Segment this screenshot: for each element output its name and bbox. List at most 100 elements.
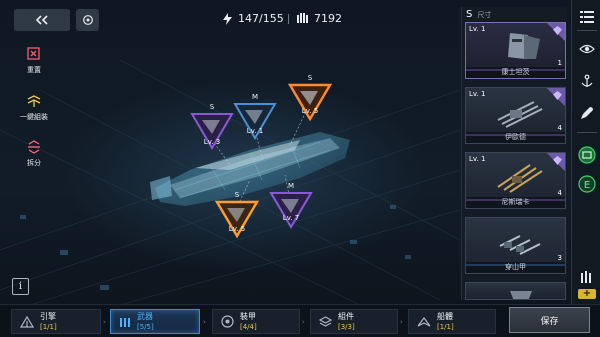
tab-count: [1/1] xyxy=(437,322,454,331)
card-level: Lv. 1 xyxy=(469,25,486,33)
tab-separator-arrow: › xyxy=(203,318,206,326)
energy-tab-button[interactable]: E xyxy=(578,175,596,193)
eye-icon xyxy=(579,44,595,54)
fleet-button[interactable] xyxy=(578,268,596,286)
weapon-card[interactable]: Lv. 1 1 康士坦茨 xyxy=(465,22,566,79)
rarity-gem-icon xyxy=(553,26,562,35)
weapon-slot-3[interactable]: S Lv. 5 xyxy=(288,74,332,123)
slot-frame-purple xyxy=(190,113,234,150)
split-action[interactable]: 拆分 xyxy=(14,139,54,168)
energy-resource: 147/155 xyxy=(222,12,284,25)
weapon-slot-2[interactable]: M Lv. 1 xyxy=(233,93,277,142)
weapon-inventory-panel: S 尺寸 Lv. 1 1 康士坦茨 Lv. 1 4 伊歐德 Lv. 1 4 尼斯… xyxy=(461,7,567,300)
reset-view-button[interactable] xyxy=(76,9,99,31)
tab-label: 武器 xyxy=(137,311,153,321)
svg-text:E: E xyxy=(584,180,590,191)
weapon-art xyxy=(508,33,540,59)
tab-label: 裝甲 xyxy=(240,311,256,321)
energy-icon xyxy=(223,12,232,25)
weapon-slot-4[interactable]: S Lv. 5 xyxy=(215,191,259,240)
reset-label: 重置 xyxy=(27,66,41,74)
tab-weapon[interactable]: 武器 [5/5] xyxy=(110,309,200,334)
tab-engine[interactable]: 引擎 [1/1] xyxy=(11,309,101,334)
reset-icon xyxy=(27,47,40,60)
weapon-art xyxy=(499,235,541,255)
card-name: 穿山甲 xyxy=(466,262,565,273)
back-button[interactable] xyxy=(14,9,70,31)
engine-icon xyxy=(20,315,34,328)
sidebar-divider xyxy=(577,132,597,133)
tab-label: 船體 xyxy=(437,311,453,321)
slot-size: S xyxy=(307,74,313,82)
card-name: 康士坦茨 xyxy=(466,67,565,78)
launch-button[interactable] xyxy=(578,104,596,122)
refresh-icon xyxy=(82,15,93,25)
slot-frame-orange xyxy=(215,200,259,239)
tab-hull[interactable]: 船體 [1/1] xyxy=(408,309,496,334)
slot-size: S xyxy=(234,191,240,199)
cargo-icon xyxy=(578,146,596,164)
view-toggle-button[interactable] xyxy=(578,40,596,58)
add-button[interactable]: + xyxy=(578,289,596,299)
hull-icon xyxy=(417,316,431,327)
sidebar-divider xyxy=(577,30,597,31)
energy-badge-icon: E xyxy=(578,175,596,193)
save-button[interactable]: 保存 xyxy=(509,307,590,333)
weapon-slot-5[interactable]: M Lv. 7 xyxy=(269,182,313,231)
slot-frame-purple xyxy=(269,192,313,229)
size-filter[interactable]: S 尺寸 xyxy=(466,9,491,20)
weapon-slot-1[interactable]: S Lv. 3 xyxy=(190,103,234,152)
weapon-card-partial[interactable] xyxy=(465,282,566,300)
slot-frame-orange xyxy=(288,83,332,122)
rocket-icon xyxy=(581,107,593,119)
fleet-icon xyxy=(581,271,591,283)
tab-separator-arrow: › xyxy=(103,318,106,326)
tab-armor[interactable]: 裝甲 [4/4] xyxy=(212,309,300,334)
info-button[interactable]: i xyxy=(12,278,29,295)
auto-assemble-action[interactable]: 一鍵組裝 xyxy=(14,93,54,122)
card-quantity: 4 xyxy=(557,189,562,197)
anchor-button[interactable] xyxy=(578,72,596,90)
card-level: Lv. 1 xyxy=(469,155,486,163)
rarity-gem-icon xyxy=(553,91,562,100)
slot-level: Lv. 5 xyxy=(228,225,246,233)
tab-separator-arrow: › xyxy=(400,318,403,326)
card-quantity: 3 xyxy=(557,254,562,262)
tab-label: 引擎 xyxy=(40,311,56,321)
list-icon xyxy=(580,11,594,23)
resource-divider xyxy=(288,14,289,24)
slot-size: S xyxy=(209,103,215,111)
fleet-icon xyxy=(297,13,308,23)
tab-count: [4/4] xyxy=(240,322,257,331)
card-quantity: 1 xyxy=(557,59,562,67)
cargo-button[interactable] xyxy=(578,146,596,164)
reset-action[interactable]: 重置 xyxy=(14,46,54,75)
tab-count: [1/1] xyxy=(40,322,57,331)
auto-assemble-label: 一鍵組裝 xyxy=(20,113,48,121)
tab-separator-arrow: › xyxy=(302,318,305,326)
right-sidebar: E + xyxy=(571,0,600,337)
tab-component[interactable]: 組件 [3/3] xyxy=(310,309,398,334)
weapon-card[interactable]: Lv. 1 4 伊歐德 xyxy=(465,87,566,144)
split-label: 拆分 xyxy=(27,159,41,167)
size-filter-label: 尺寸 xyxy=(477,11,492,19)
tab-label: 組件 xyxy=(338,311,354,321)
weapon-art xyxy=(497,101,543,128)
tab-count: [3/3] xyxy=(338,322,355,331)
slot-frame-blue xyxy=(233,103,277,140)
weapon-card[interactable]: 3 穿山甲 xyxy=(465,217,566,274)
slot-level: Lv. 5 xyxy=(301,107,319,115)
count-value: 7192 xyxy=(314,12,342,25)
weapon-icon xyxy=(120,317,130,327)
weapon-art xyxy=(510,291,532,299)
slot-level: Lv. 7 xyxy=(282,214,300,222)
list-menu-button[interactable] xyxy=(578,8,596,26)
energy-value: 147/155 xyxy=(238,12,284,25)
weapon-card[interactable]: Lv. 1 4 尼斯瑞卡 xyxy=(465,152,566,209)
slot-level: Lv. 3 xyxy=(203,138,221,146)
card-level: Lv. 1 xyxy=(469,90,486,98)
rarity-gem-icon xyxy=(553,156,562,165)
card-name: 伊歐德 xyxy=(466,132,565,143)
component-icon xyxy=(319,315,332,327)
slot-level: Lv. 1 xyxy=(246,127,264,135)
